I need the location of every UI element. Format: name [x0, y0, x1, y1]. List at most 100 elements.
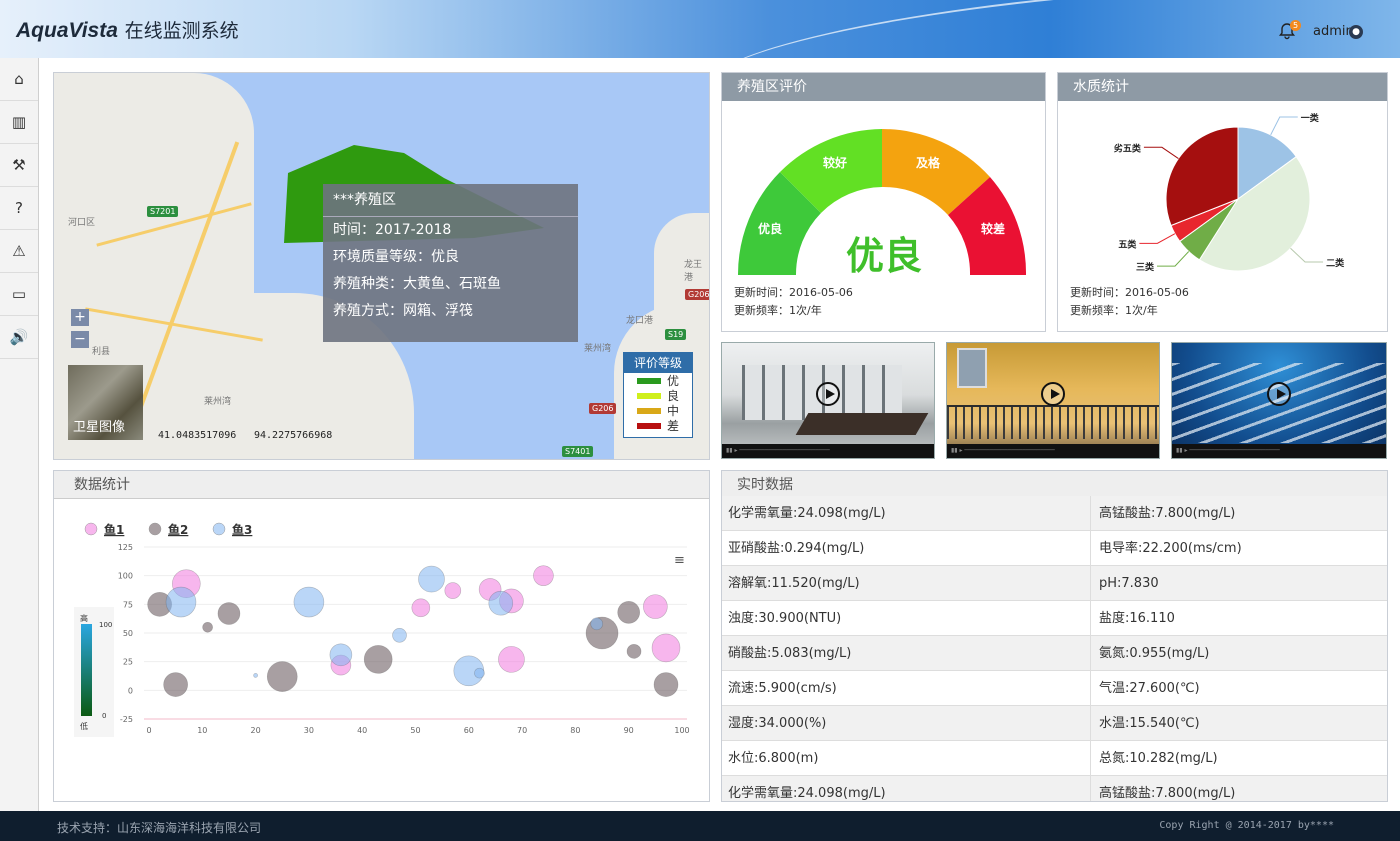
- zoom-in-button[interactable]: +: [71, 309, 89, 326]
- bubble[interactable]: [444, 582, 462, 599]
- popup-title: ***养殖区: [323, 184, 578, 217]
- bubble[interactable]: [653, 672, 679, 697]
- pie-label: 劣五类: [1114, 142, 1142, 154]
- bubble[interactable]: [411, 598, 431, 618]
- map-panel[interactable]: S7201 G206 S19 G206 S7401 河口区 莱州湾 莱州湾 龙口…: [53, 72, 710, 460]
- table-cell: 流速:5.900(cm/s): [722, 671, 1091, 705]
- eval-title: 养殖区评价: [722, 73, 1045, 101]
- pie-label: 五类: [1118, 238, 1137, 250]
- bubble[interactable]: [363, 645, 393, 674]
- user-name[interactable]: admin: [1313, 24, 1354, 39]
- bubble[interactable]: [617, 601, 641, 624]
- legend-marker[interactable]: [212, 522, 226, 536]
- sidebar-item[interactable]: ⌂: [0, 58, 38, 101]
- pie-label: 二类: [1326, 257, 1345, 269]
- eval-update: 更新时间：2016-05-06 更新频率：1次/年: [734, 284, 853, 320]
- play-icon[interactable]: [816, 381, 840, 406]
- play-icon[interactable]: [1267, 381, 1291, 406]
- legend-item: 优: [624, 373, 692, 388]
- y-tick-label: 100: [118, 572, 133, 581]
- legend-title: 评价等级: [624, 353, 692, 373]
- help-icon: ?: [15, 199, 23, 217]
- bubble[interactable]: [253, 673, 258, 678]
- pie-leader: [1157, 251, 1190, 267]
- water-title: 水质统计: [1058, 73, 1387, 101]
- satellite-toggle[interactable]: 卫星图像: [68, 365, 143, 440]
- x-tick-label: 0: [146, 726, 151, 735]
- play-icon[interactable]: [1041, 381, 1065, 406]
- table-row: 溶解氧:11.520(mg/L) pH:7.830: [722, 566, 1387, 601]
- bubble[interactable]: [293, 586, 325, 618]
- sidebar-item[interactable]: ?: [0, 187, 38, 230]
- bubble[interactable]: [418, 565, 445, 593]
- bubble[interactable]: [165, 586, 197, 618]
- pie-label: 一类: [1301, 112, 1320, 124]
- table-cell: 高锰酸盐:7.800(mg/L): [1099, 786, 1236, 801]
- x-tick-label: 50: [410, 726, 420, 735]
- bubble[interactable]: [488, 590, 514, 616]
- sidebar-item[interactable]: ▭: [0, 273, 38, 316]
- video-controls[interactable]: ▮▮ ▸ ─────────────────────────: [722, 444, 934, 458]
- table-cell: 水温:15.540(℃): [1099, 716, 1200, 731]
- bubble[interactable]: [217, 602, 241, 625]
- table-cell: 浊度:30.900(NTU): [722, 601, 1091, 635]
- footer-support: 技术支持：山东深海海洋科技有限公司: [57, 821, 262, 835]
- table-cell: 水位:6.800(m): [722, 741, 1091, 775]
- road-tag: S7401: [562, 446, 594, 457]
- bubble[interactable]: [202, 621, 213, 633]
- video-thumb-fish[interactable]: ▮▮ ▸ ─────────────────────────: [1171, 342, 1387, 459]
- area-popup: ***养殖区 时间：2017-2018 环境质量等级：优良 养殖种类：大黄鱼、石…: [323, 184, 578, 342]
- table-row: 浊度:30.900(NTU) 盐度:16.110: [722, 601, 1387, 636]
- bubble[interactable]: [651, 633, 681, 663]
- realtime-title: 实时数据: [722, 471, 1387, 499]
- bubble[interactable]: [329, 643, 353, 667]
- stats-panel: 数据统计 125 100 75 50 25 0 -25 0 10 20 30 40 50 60 70 80 90…: [53, 470, 710, 802]
- legend-label[interactable]: 鱼1: [104, 522, 124, 537]
- video-thumb-building[interactable]: ▮▮ ▸ ─────────────────────────: [946, 342, 1160, 459]
- bubble[interactable]: [474, 667, 485, 679]
- video-thumb-server-room[interactable]: ▮▮ ▸ ─────────────────────────: [721, 342, 935, 459]
- bubble[interactable]: [533, 565, 554, 586]
- legend-marker[interactable]: [84, 522, 98, 536]
- railing: [947, 405, 1159, 439]
- y-tick-label: 125: [118, 543, 133, 552]
- legend-marker[interactable]: [148, 522, 162, 536]
- legend-label: 差: [667, 419, 680, 433]
- sidebar-item[interactable]: ⚒: [0, 144, 38, 187]
- sidebar-item[interactable]: ▥: [0, 101, 38, 144]
- longitude-readout: 94.2275766968: [254, 430, 333, 441]
- latitude-readout: 41.0483517096: [158, 430, 237, 441]
- chart-menu-icon[interactable]: ≡: [674, 553, 685, 568]
- window: [957, 348, 987, 388]
- zoom-out-button[interactable]: −: [71, 331, 89, 348]
- laptop-icon: ▭: [11, 285, 27, 303]
- table-cell: 湿度:34.000(%): [722, 706, 1091, 740]
- seg-label: 优良: [758, 221, 782, 236]
- legend-label[interactable]: 鱼3: [232, 522, 252, 537]
- water-update-freq: 更新频率：1次/年: [1070, 304, 1158, 317]
- pie-label: 三类: [1136, 261, 1155, 273]
- visual-map-scale[interactable]: 高低 100 0: [74, 607, 114, 737]
- bubble[interactable]: [590, 617, 604, 631]
- bubble[interactable]: [626, 644, 642, 659]
- bubble[interactable]: [392, 627, 407, 643]
- bubble[interactable]: [498, 646, 525, 673]
- bubble[interactable]: [163, 672, 188, 697]
- user-icon[interactable]: ●: [1349, 25, 1363, 39]
- eval-panel: 养殖区评价 优良 较好 及格 较差 优良 更新时间：2016-05-06 更新频率…: [721, 72, 1046, 332]
- bubble[interactable]: [643, 594, 668, 619]
- bar-chart-icon: ▥: [11, 113, 27, 131]
- scale-low-label: 低: [80, 721, 88, 731]
- water-pie-chart: 一类二类 三类 五类 劣五类: [1114, 112, 1345, 273]
- legend-label[interactable]: 鱼2: [168, 522, 188, 537]
- video-controls[interactable]: ▮▮ ▸ ─────────────────────────: [947, 444, 1159, 458]
- sidebar-item[interactable]: ⚠: [0, 230, 38, 273]
- video-controls[interactable]: ▮▮ ▸ ─────────────────────────: [1172, 444, 1386, 458]
- table-row: 亚硝酸盐:0.294(mg/L) 电导率:22.200(ms/cm): [722, 531, 1387, 566]
- x-tick-label: 60: [464, 726, 474, 735]
- water-update-time: 更新时间：2016-05-06: [1070, 286, 1189, 299]
- realtime-table: 化学需氧量:24.098(mg/L) 高锰酸盐:7.800(mg/L) 亚硝酸盐:0…: [722, 496, 1387, 801]
- sidebar-item[interactable]: 🔊: [0, 316, 38, 359]
- popup-method: 养殖方式：网箱、浮筏: [333, 303, 473, 319]
- bubble[interactable]: [266, 661, 298, 692]
